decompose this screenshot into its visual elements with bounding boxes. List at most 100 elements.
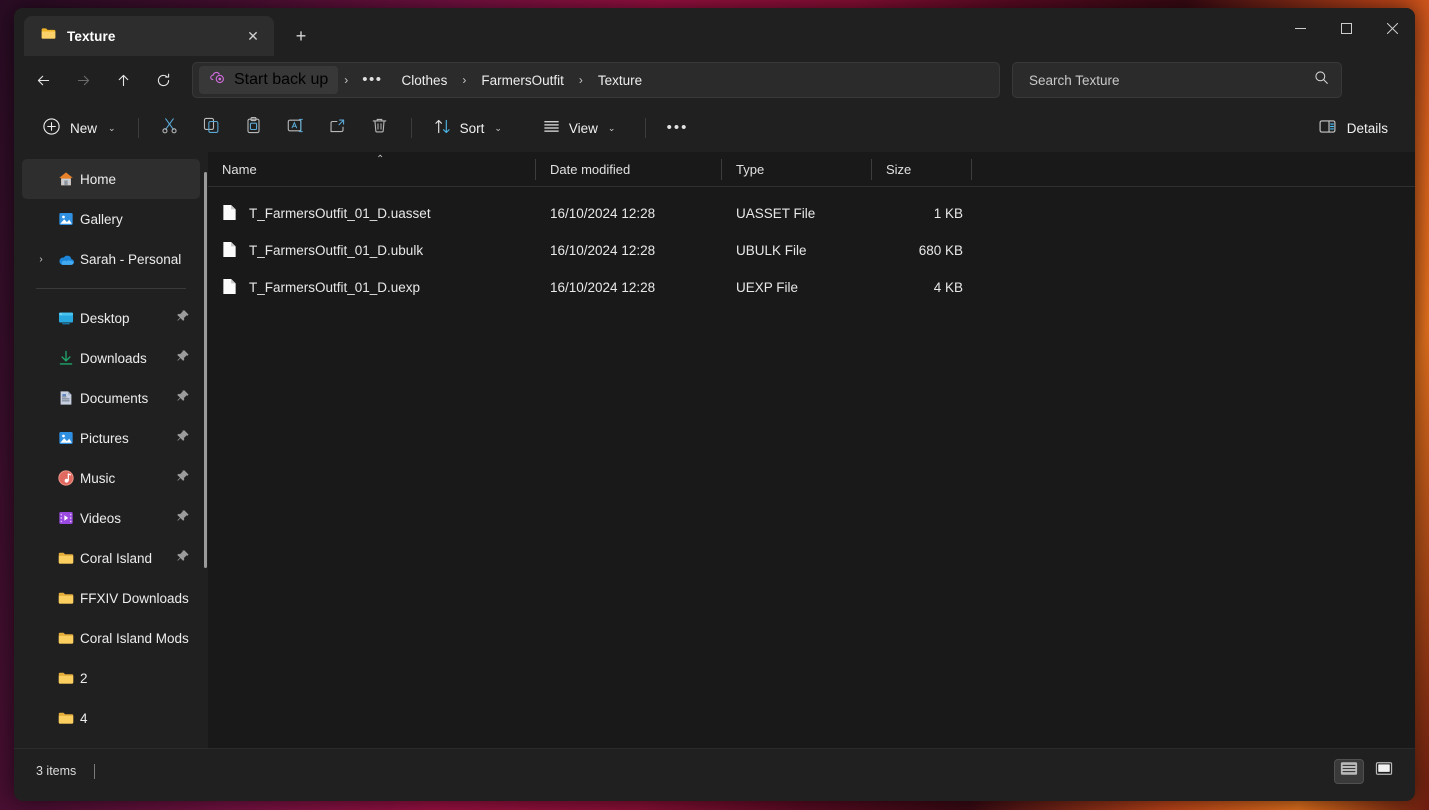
sidebar-divider	[36, 288, 186, 289]
cut-button[interactable]	[150, 111, 190, 145]
chevron-right-icon[interactable]: ›	[30, 254, 52, 265]
toolbar-divider	[137, 118, 139, 138]
file-type-cell: UASSET File	[736, 206, 816, 221]
sidebar-item-pictures[interactable]: Pictures	[22, 418, 200, 458]
details-pane-button[interactable]: Details	[1307, 111, 1399, 145]
pin-icon[interactable]	[176, 509, 190, 528]
sidebar-item-ffxiv-downloads[interactable]: FFXIV Downloads	[22, 578, 200, 618]
sidebar-item-label: FFXIV Downloads	[80, 590, 189, 606]
pin-icon[interactable]	[176, 309, 190, 328]
breadcrumb[interactable]: Start back up › ••• › Clothes › FarmersO…	[192, 62, 1000, 98]
copy-icon	[202, 116, 221, 140]
refresh-button[interactable]	[144, 63, 182, 97]
pin-icon[interactable]	[176, 549, 190, 568]
sidebar-item-desktop[interactable]: Desktop	[22, 298, 200, 338]
sidebar-item-videos[interactable]: Videos	[22, 498, 200, 538]
file-size-cell: 4 KB	[933, 280, 963, 295]
share-button[interactable]	[318, 111, 358, 145]
column-header-label: Date modified	[550, 161, 631, 177]
scissors-icon	[160, 116, 179, 140]
file-icon	[222, 241, 237, 261]
column-header-label: Name	[222, 161, 257, 177]
breadcrumb-overflow-button[interactable]: •••	[354, 66, 390, 94]
column-header-type[interactable]: Type	[722, 152, 872, 187]
table-row[interactable]: T_FarmersOutfit_01_D.uasset 16/10/2024 1…	[208, 195, 1415, 232]
details-view-button[interactable]	[1334, 758, 1364, 784]
search-icon[interactable]	[1314, 70, 1329, 90]
minimize-button[interactable]	[1277, 8, 1323, 48]
close-window-button[interactable]	[1369, 8, 1415, 48]
sidebar-item-4[interactable]: 4	[22, 698, 200, 738]
breadcrumb-separator[interactable]: ›	[339, 66, 353, 94]
onedrive-backup-icon	[209, 69, 226, 91]
column-header-name[interactable]: Name ⌃	[208, 152, 536, 187]
documents-icon	[52, 389, 80, 407]
pin-icon[interactable]	[176, 349, 190, 368]
more-options-button[interactable]: •••	[657, 111, 697, 145]
file-name-cell: T_FarmersOutfit_01_D.uasset	[208, 204, 536, 224]
sidebar-item-label: Desktop	[80, 310, 130, 326]
sidebar-item-sarah-personal[interactable]: › Sarah - Personal	[22, 239, 200, 279]
sidebar-item-coral-island[interactable]: Coral Island	[22, 538, 200, 578]
rename-button[interactable]	[276, 111, 316, 145]
file-name-cell: T_FarmersOutfit_01_D.ubulk	[208, 241, 536, 261]
up-button[interactable]	[104, 63, 142, 97]
search-input[interactable]	[1029, 72, 1306, 88]
sidebar-item-label: Videos	[80, 510, 122, 526]
search-box[interactable]	[1012, 62, 1342, 98]
file-size-cell: 1 KB	[933, 206, 963, 221]
pin-icon[interactable]	[176, 469, 190, 488]
file-name-label: T_FarmersOutfit_01_D.uasset	[249, 206, 431, 221]
delete-button[interactable]	[360, 111, 400, 145]
breadcrumb-item-clothes[interactable]: Clothes	[393, 66, 457, 94]
sidebar-scrollbar[interactable]	[204, 172, 207, 568]
new-tab-button[interactable]: +	[286, 21, 316, 51]
column-header-size[interactable]: Size	[872, 152, 972, 187]
large-icons-view-button[interactable]	[1369, 759, 1399, 784]
explorer-body: Home Gallery › Sarah - Personal Desktop …	[14, 152, 1415, 748]
sidebar-item-coral-island-mods[interactable]: Coral Island Mods	[22, 618, 200, 658]
breadcrumb-start-backup[interactable]: Start back up	[199, 66, 339, 94]
tab-texture[interactable]: Texture ✕	[24, 16, 274, 56]
pin-icon[interactable]	[176, 389, 190, 408]
chevron-down-icon: ⌄	[108, 122, 116, 133]
tab-strip: Texture ✕ +	[14, 8, 316, 56]
folder-icon	[52, 629, 80, 647]
copy-button[interactable]	[192, 111, 232, 145]
sort-button[interactable]: Sort ⌄	[423, 111, 512, 145]
sidebar-item-home[interactable]: Home	[22, 159, 200, 199]
table-row[interactable]: T_FarmersOutfit_01_D.ubulk 16/10/2024 12…	[208, 232, 1415, 269]
sidebar-item-label: Pictures	[80, 430, 129, 446]
view-button[interactable]: View ⌄	[532, 111, 626, 145]
file-name-label: T_FarmersOutfit_01_D.uexp	[249, 280, 421, 295]
sort-button-label: Sort	[459, 120, 485, 136]
breadcrumb-item-texture[interactable]: Texture	[589, 66, 651, 94]
sidebar-item-gallery[interactable]: Gallery	[22, 199, 200, 239]
sidebar-item-label: Coral Island Mods	[80, 630, 189, 646]
file-icon	[222, 204, 237, 224]
sidebar-item-label: Downloads	[80, 350, 147, 366]
sidebar-item-2[interactable]: 2	[22, 658, 200, 698]
gallery-icon	[52, 210, 80, 228]
sidebar-item-documents[interactable]: Documents	[22, 378, 200, 418]
sidebar-item-label: Gallery	[80, 211, 123, 227]
new-button[interactable]: New ⌄	[34, 111, 127, 145]
toolbar-divider	[410, 118, 412, 138]
home-icon	[52, 170, 80, 188]
sidebar-item-downloads[interactable]: Downloads	[22, 338, 200, 378]
sidebar-item-music[interactable]: Music	[22, 458, 200, 498]
close-tab-button[interactable]: ✕	[240, 23, 266, 49]
column-header-date-modified[interactable]: Date modified	[536, 152, 722, 187]
maximize-button[interactable]	[1323, 8, 1369, 48]
forward-button[interactable]	[64, 63, 102, 97]
pin-icon[interactable]	[176, 429, 190, 448]
share-icon	[328, 116, 347, 140]
back-button[interactable]	[24, 63, 62, 97]
downloads-icon	[52, 349, 80, 367]
breadcrumb-separator[interactable]: ›	[457, 66, 471, 94]
table-row[interactable]: T_FarmersOutfit_01_D.uexp 16/10/2024 12:…	[208, 269, 1415, 306]
breadcrumb-item-farmersoutfit[interactable]: FarmersOutfit	[472, 66, 573, 94]
file-date-cell: 16/10/2024 12:28	[550, 243, 656, 258]
paste-button[interactable]	[234, 111, 274, 145]
breadcrumb-separator[interactable]: ›	[574, 66, 588, 94]
